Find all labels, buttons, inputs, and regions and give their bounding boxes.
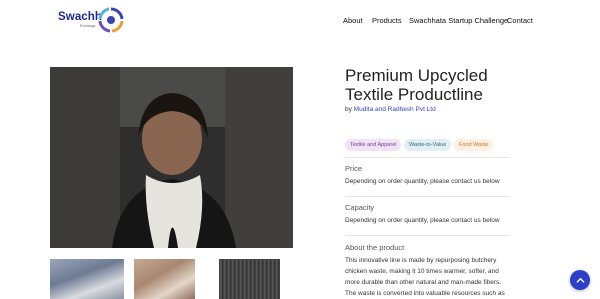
divider [345, 196, 510, 197]
brand-name: Swachh [58, 11, 103, 23]
thumbnail-image-2[interactable] [134, 259, 195, 299]
product-hero-image [50, 67, 293, 248]
nav-challenge-link[interactable]: Swachhata Startup Challenge [409, 16, 508, 25]
product-byline: by Mudita and Radhesh Pvt Ltd [345, 106, 436, 113]
scroll-to-top-button[interactable] [570, 270, 590, 290]
company-link[interactable]: Mudita and Radhesh Pvt Ltd [354, 106, 436, 113]
swirl-logo-icon [98, 7, 124, 33]
hero-photo-illustration [50, 67, 293, 248]
price-text: Depending on order quantity, please cont… [345, 178, 500, 185]
by-label: by [345, 106, 352, 113]
about-title: About the product [345, 243, 405, 252]
price-title: Price [345, 164, 363, 173]
tag-food-waste[interactable]: Food Waste [454, 139, 494, 151]
product-title: Premium Upcycled Textile Productline [345, 66, 488, 104]
brand-logo[interactable]: Swachh Exchange [58, 7, 128, 33]
tag-waste-to-value[interactable]: Waste-to-Value [404, 139, 452, 151]
about-text: This innovative line is made by repurpos… [345, 257, 505, 297]
chevron-up-icon [576, 277, 584, 283]
divider [345, 235, 510, 236]
tag-textile[interactable]: Textile and Apparel [345, 139, 402, 151]
capacity-text: Depending on order quantity, please cont… [345, 217, 500, 224]
divider [345, 157, 510, 158]
capacity-title: Capacity [345, 203, 375, 212]
nav-contact-link[interactable]: Contact [507, 16, 533, 25]
nav-about-link[interactable]: About [343, 16, 363, 25]
brand-tagline: Exchange [80, 24, 96, 28]
nav-products-link[interactable]: Products [372, 16, 402, 25]
thumbnail-image-3[interactable] [219, 259, 280, 299]
thumbnail-image-1[interactable] [50, 259, 124, 299]
